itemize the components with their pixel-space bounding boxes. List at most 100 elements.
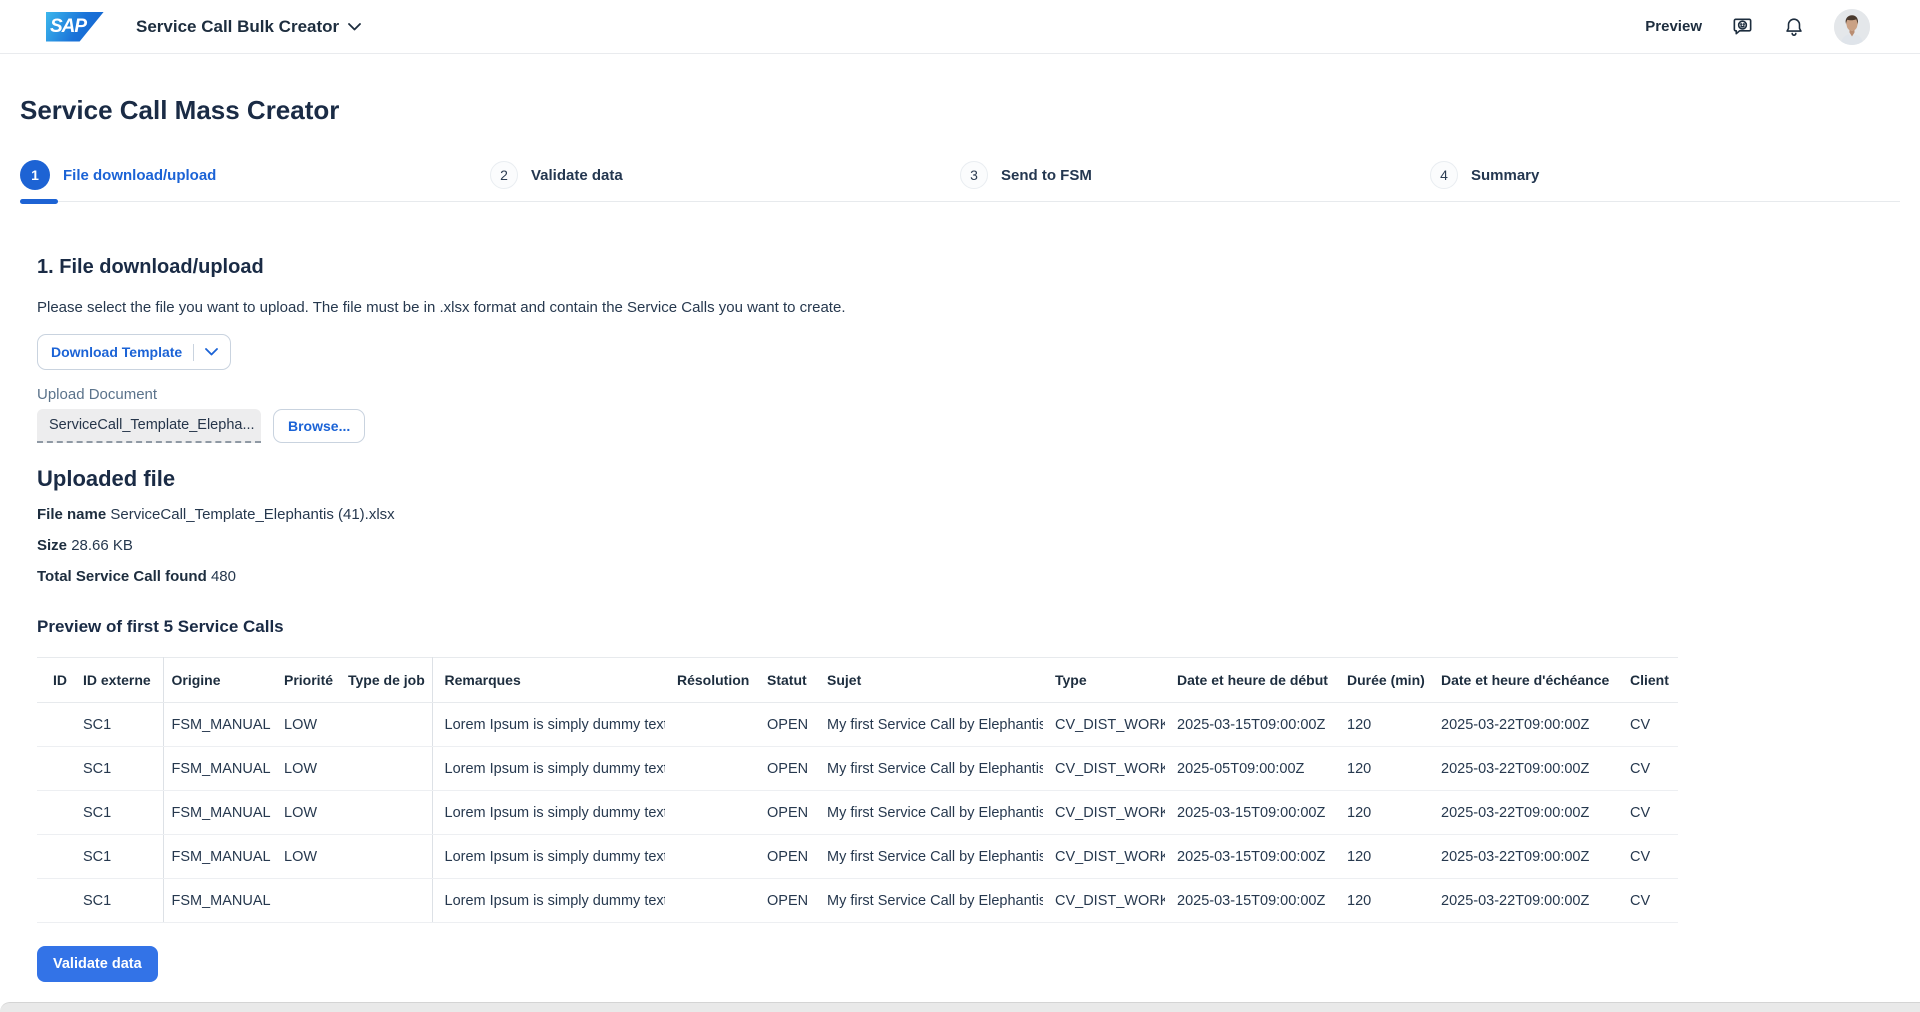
table-cell: OPEN [755,747,815,791]
wizard-step-send-to-fsm[interactable]: 3 Send to FSM [960,160,1430,190]
table-cell: LOW [272,747,340,791]
table-row[interactable]: SC1FSM_MANUALLOWLorem Ipsum is simply du… [37,747,1678,791]
table-cell [37,791,71,835]
table-cell: CV [1618,791,1678,835]
table-cell [340,791,432,835]
table-cell: 2025-03-15T09:00:00Z [1165,835,1335,879]
table-cell [665,835,755,879]
file-name-line: File name ServiceCall_Template_Elephanti… [37,505,1900,524]
table-cell: CV [1618,879,1678,923]
active-step-underline [20,199,58,204]
table-cell: FSM_MANUAL [163,835,272,879]
total-service-call-value: 480 [211,568,236,585]
download-template-button[interactable]: Download Template [37,334,231,370]
step-label: Summary [1471,167,1539,184]
table-cell: CV_DIST_WORK [1043,879,1165,923]
table-cell [665,747,755,791]
table-cell: 120 [1335,747,1429,791]
table-cell [37,879,71,923]
notifications-icon[interactable] [1782,15,1806,39]
table-cell [340,747,432,791]
upload-instructions: Please select the file you want to uploa… [37,298,1900,317]
support-icon[interactable] [1730,15,1754,39]
column-header: Type [1043,658,1165,703]
table-cell: OPEN [755,791,815,835]
validate-data-button[interactable]: Validate data [37,946,158,982]
table-cell: LOW [272,703,340,747]
table-cell: SC1 [71,747,163,791]
table-cell: LOW [272,791,340,835]
table-row[interactable]: SC1FSM_MANUALLOWLorem Ipsum is simply du… [37,791,1678,835]
table-header-row: IDID externeOriginePrioritéType de jobRe… [37,658,1678,703]
table-cell: CV_DIST_WORK [1043,747,1165,791]
column-header: ID externe [71,658,163,703]
wizard-step-validate-data[interactable]: 2 Validate data [490,160,960,190]
table-cell: SC1 [71,835,163,879]
shell-bar: SAP Service Call Bulk Creator Preview [0,0,1920,54]
table-cell: SC1 [71,791,163,835]
browse-button[interactable]: Browse... [273,409,365,443]
column-header: Client [1618,658,1678,703]
table-row[interactable]: SC1FSM_MANUALLorem Ipsum is simply dummy… [37,879,1678,923]
column-header: Remarques [432,658,665,703]
table-cell [340,703,432,747]
wizard-step-summary[interactable]: 4 Summary [1430,160,1900,190]
table-cell: Lorem Ipsum is simply dummy text [432,835,665,879]
step-label: Validate data [531,167,623,184]
table-cell: 2025-03-22T09:00:00Z [1429,879,1618,923]
table-cell: 2025-03-22T09:00:00Z [1429,835,1618,879]
column-header: Durée (min) [1335,658,1429,703]
bottom-bar [0,1002,1920,1012]
step-content: 1. File download/upload Please select th… [20,254,1900,982]
table-cell: My first Service Call by Elephantis [815,791,1043,835]
wizard-step-file-download-upload[interactable]: 1 File download/upload [20,160,490,190]
step-number: 3 [960,161,988,189]
step-number: 2 [490,161,518,189]
table-cell: CV_DIST_WORK [1043,835,1165,879]
table-cell [340,835,432,879]
table-cell: 2025-05T09:00:00Z [1165,747,1335,791]
table-cell: CV [1618,703,1678,747]
upload-document-label: Upload Document [37,386,1900,403]
table-cell: Lorem Ipsum is simply dummy text [432,747,665,791]
step-number: 4 [1430,161,1458,189]
preview-button[interactable]: Preview [1645,18,1702,35]
table-row[interactable]: SC1FSM_MANUALLOW Lorem Ipsum is simply du… [37,835,1678,879]
table-cell [665,703,755,747]
wizard-progress-divider [20,199,1900,204]
sap-logo-text: SAP [46,12,86,42]
table-cell [665,791,755,835]
file-input[interactable]: ServiceCall_Template_Elepha... [37,409,261,443]
table-cell [37,703,71,747]
table-cell: CV_DIST_WORK [1043,703,1165,747]
column-header: Priorité [272,658,340,703]
column-header: Type de job [340,658,432,703]
section-heading: 1. File download/upload [37,254,1900,280]
table-cell: FSM_MANUAL [163,791,272,835]
file-name-value: ServiceCall_Template_Elephantis (41).xls… [110,506,394,523]
table-row[interactable]: SC1FSM_MANUALLOWLorem Ipsum is simply du… [37,703,1678,747]
app-title-menu[interactable]: Service Call Bulk Creator [136,17,361,37]
table-cell: OPEN [755,703,815,747]
table-cell: CV [1618,747,1678,791]
column-header: Résolution [665,658,755,703]
user-avatar[interactable] [1834,9,1870,45]
table-cell: 120 [1335,703,1429,747]
table-cell: 120 [1335,879,1429,923]
file-size-value: 28.66 KB [71,537,133,554]
page: Service Call Mass Creator 1 File downloa… [0,94,1920,982]
step-label: Send to FSM [1001,167,1092,184]
table-cell: My first Service Call by Elephantis [815,703,1043,747]
column-header: Statut [755,658,815,703]
app-title-label: Service Call Bulk Creator [136,17,339,37]
table-cell: OPEN [755,879,815,923]
table-cell: LOW [272,835,340,879]
button-separator [193,344,194,361]
sap-logo: SAP [46,12,104,42]
column-header: Sujet [815,658,1043,703]
column-header: ID [37,658,71,703]
column-header: Origine [163,658,272,703]
uploaded-file-heading: Uploaded file [37,465,1900,493]
chevron-down-icon[interactable] [205,348,218,356]
chevron-down-icon [348,23,361,31]
